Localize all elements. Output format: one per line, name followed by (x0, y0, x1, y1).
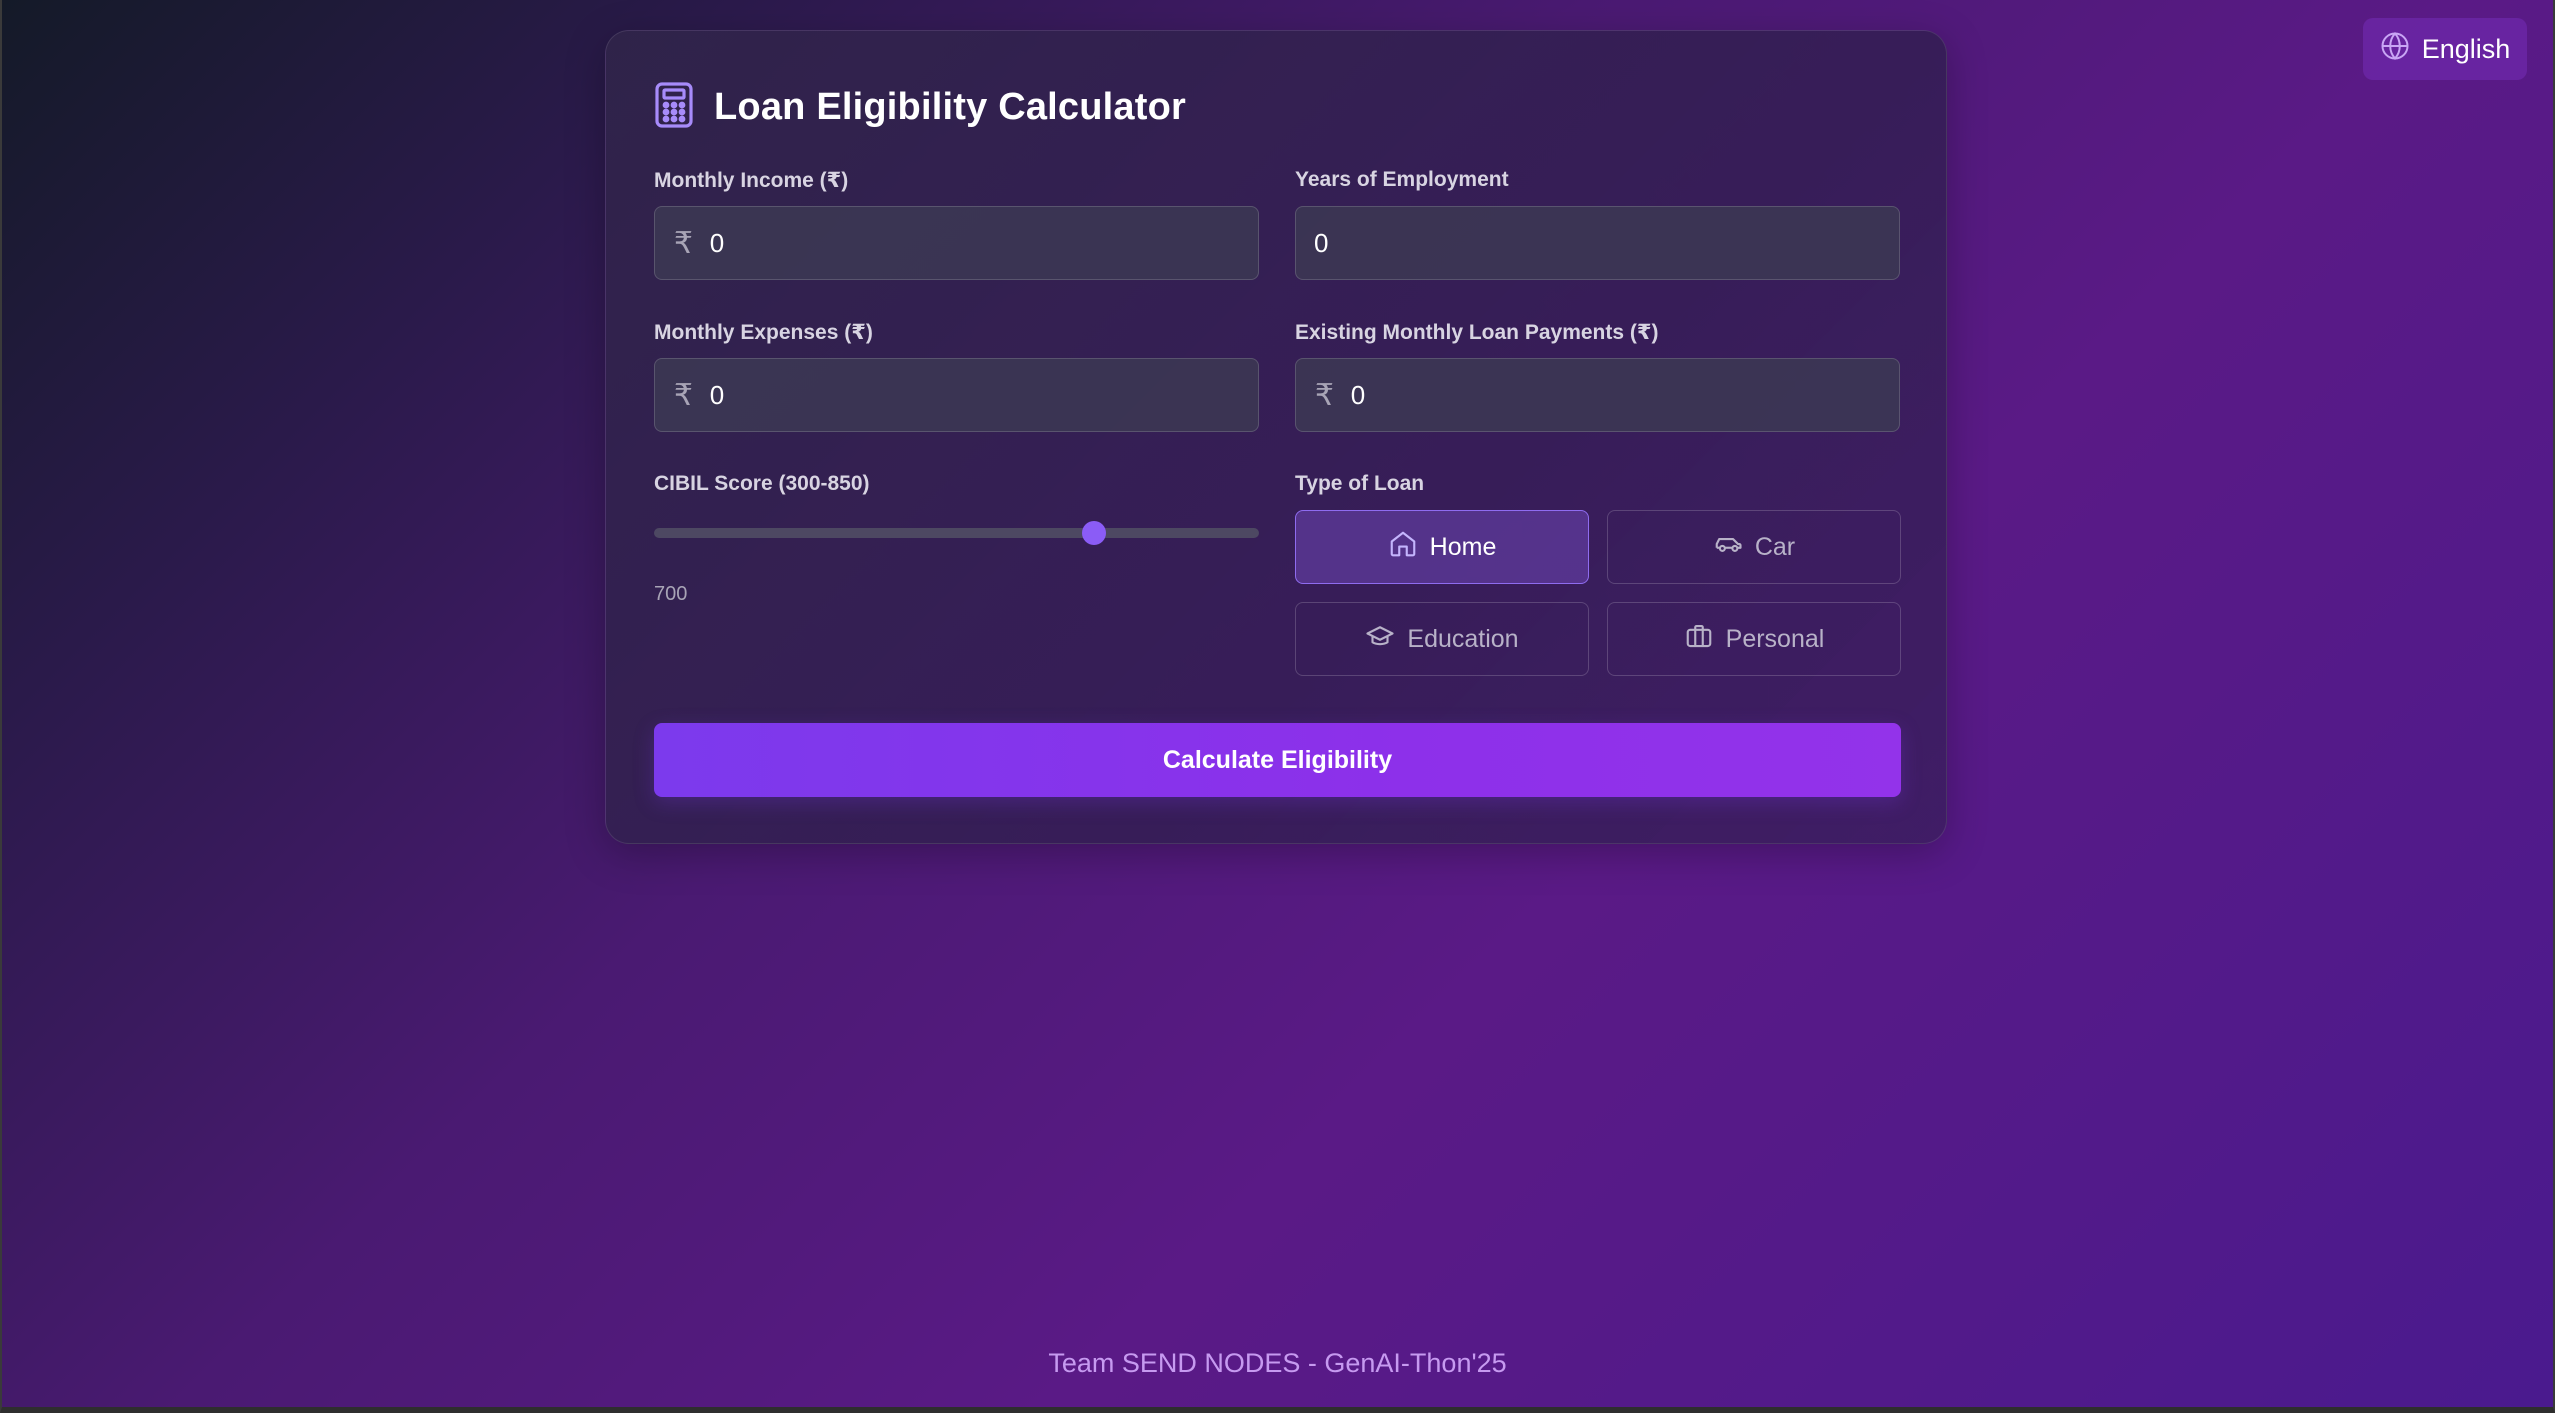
monthly-income-field[interactable]: ₹ (654, 206, 1259, 280)
loan-type-label-car: Car (1754, 532, 1796, 561)
years-employment-input[interactable] (1296, 207, 1899, 279)
monthly-expenses-label: Monthly Expenses (₹) (654, 321, 873, 344)
loan-calculator-card: Loan Eligibility Calculator Monthly Inco… (605, 30, 1947, 844)
slider-thumb[interactable] (1082, 521, 1106, 545)
loan-type-label-home: Home (1429, 532, 1497, 561)
car-icon (1713, 529, 1743, 566)
existing-loans-label: Existing Monthly Loan Payments (₹) (1295, 321, 1659, 344)
calculator-icon (654, 81, 694, 134)
footer-text: Team SEND NODES - GenAI-Thon'25 (1048, 1348, 1507, 1378)
rupee-icon: ₹ (673, 226, 693, 260)
language-label: English (2421, 33, 2511, 64)
loan-type-car-button[interactable]: Car (1607, 510, 1901, 584)
loan-type-label-education: Education (1407, 624, 1519, 653)
cibil-score-value: 700 (654, 583, 688, 605)
monthly-income-label: Monthly Income (₹) (654, 169, 849, 192)
loan-type-personal-button[interactable]: Personal (1607, 602, 1901, 676)
cibil-score-label: CIBIL Score (300-850) (654, 472, 870, 495)
loan-type-education-button[interactable]: Education (1295, 602, 1589, 676)
rupee-icon: ₹ (673, 378, 693, 412)
years-employment-field[interactable] (1295, 206, 1900, 280)
card-header: Loan Eligibility Calculator (654, 81, 1186, 134)
monthly-income-input[interactable] (709, 207, 1258, 279)
loan-type-label: Type of Loan (1295, 472, 1425, 495)
globe-icon (2380, 31, 2410, 68)
loan-type-home-button[interactable]: Home (1295, 510, 1589, 584)
page-title: Loan Eligibility Calculator (714, 86, 1187, 128)
briefcase-icon (1684, 621, 1714, 658)
language-selector[interactable]: English (2363, 18, 2527, 80)
home-icon (1388, 529, 1418, 566)
cibil-score-slider[interactable] (654, 521, 1259, 545)
loan-type-label-personal: Personal (1725, 624, 1825, 653)
monthly-expenses-field[interactable]: ₹ (654, 358, 1259, 432)
calculate-eligibility-button[interactable]: Calculate Eligibility (654, 723, 1901, 797)
graduation-cap-icon (1365, 621, 1395, 658)
rupee-icon: ₹ (1314, 378, 1334, 412)
existing-loans-input[interactable] (1350, 359, 1899, 431)
monthly-expenses-input[interactable] (709, 359, 1258, 431)
years-employment-label: Years of Employment (1295, 168, 1509, 191)
existing-loans-field[interactable]: ₹ (1295, 358, 1900, 432)
